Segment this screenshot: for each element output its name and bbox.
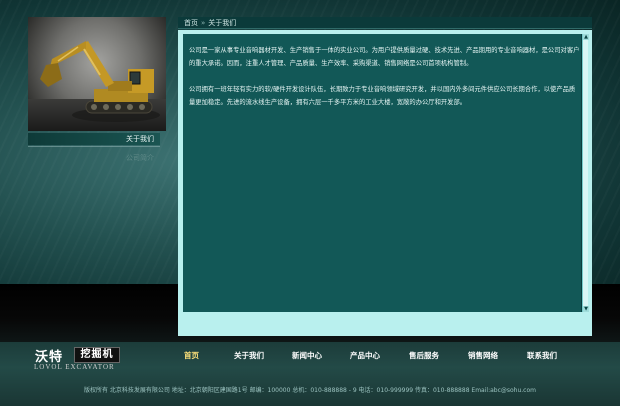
- breadcrumb: 首页» 关于我们: [178, 17, 592, 29]
- content-text: 公司是一家从事专业音响器材开发、生产销售于一体的实业公司。为用户提供质量过硬、技…: [189, 44, 581, 122]
- excavator-illustration: [40, 41, 160, 122]
- content-paragraph-1: 公司是一家从事专业音响器材开发、生产销售于一体的实业公司。为用户提供质量过硬、技…: [189, 47, 580, 67]
- nav-item-about[interactable]: 关于我们: [234, 350, 264, 361]
- sidebar-title: 关于我们: [28, 133, 160, 145]
- logo[interactable]: 沃特 挖掘机 LOVOL EXCAVATOR: [30, 345, 120, 371]
- scroll-down-arrow-icon[interactable]: ▼: [583, 306, 589, 312]
- nav-item-products[interactable]: 产品中心: [350, 350, 380, 361]
- nav-item-sales-network[interactable]: 销售网络: [468, 350, 498, 361]
- breadcrumb-current: 关于我们: [208, 19, 237, 27]
- breadcrumb-home[interactable]: 首页: [184, 19, 198, 27]
- content-panel: 公司是一家从事专业音响器材开发、生产销售于一体的实业公司。为用户提供质量过硬、技…: [178, 30, 592, 336]
- nav-item-contact[interactable]: 联系我们: [527, 350, 557, 361]
- footer-info: 版权所有 北京科技发展有限公司 地址：北京朝阳区建国路1号 邮编：100000 …: [83, 387, 536, 394]
- logo-product-tag: 挖掘机: [74, 347, 120, 363]
- nav-item-news[interactable]: 新闻中心: [292, 350, 322, 361]
- excavator-photo: [28, 17, 166, 131]
- logo-english-name: LOVOL EXCAVATOR: [34, 363, 115, 371]
- nav-item-service[interactable]: 售后服务: [409, 350, 439, 361]
- content-area: 公司是一家从事专业音响器材开发、生产销售于一体的实业公司。为用户提供质量过硬、技…: [183, 34, 582, 312]
- nav-item-home[interactable]: 首页: [184, 350, 199, 361]
- scroll-up-arrow-icon[interactable]: ▲: [583, 34, 589, 40]
- sidebar-link-company-profile[interactable]: 公司简介: [28, 153, 158, 163]
- footer-nav: 首页 关于我们 新闻中心 产品中心 售后服务 销售网络 联系我们: [175, 350, 595, 362]
- sidebar-divider: [28, 146, 160, 147]
- content-scrollbar[interactable]: ▲ ▼: [582, 34, 589, 312]
- breadcrumb-separator: »: [201, 19, 206, 27]
- content-paragraph-2: 公司拥有一班年轻有实力的软/硬件开发设计队伍，长期致力于专业音响领域研究开发，并…: [189, 86, 576, 106]
